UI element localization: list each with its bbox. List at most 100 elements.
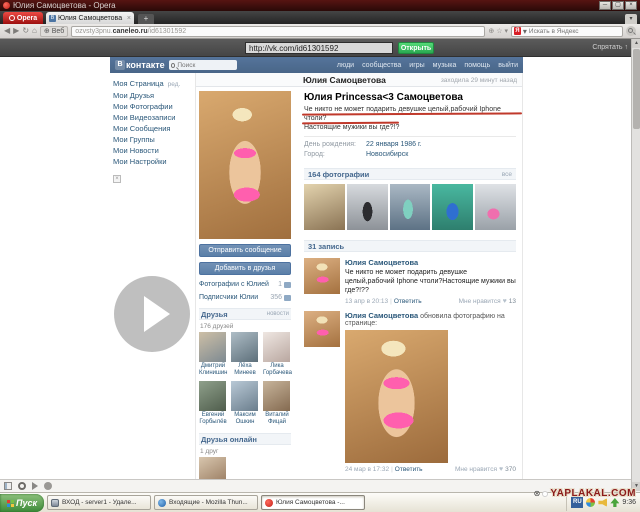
unite-icon[interactable] [44,482,52,490]
profile-photo[interactable] [199,91,291,239]
friend-card[interactable]: ЛикаГорбачева [263,332,291,377]
friend-name[interactable]: ДмитрийКлинишин [199,363,227,377]
start-button[interactable]: Пуск [0,494,44,512]
turbo-icon[interactable] [32,482,38,490]
followers-counter[interactable]: Подписчики Юлии 356 [199,294,291,301]
web-badge[interactable]: ⊕ Веб [40,26,68,37]
tab-close-icon[interactable]: × [127,15,131,22]
forward-button[interactable]: ▶ [13,26,19,36]
friend-card[interactable]: МаксимОшкин [231,381,259,426]
play-button-overlay[interactable] [114,276,190,352]
vertical-scrollbar[interactable]: ▲ ▼ [631,39,640,491]
nav-logout[interactable]: выйти [498,62,518,69]
vk-search-input[interactable] [177,62,234,69]
nav-communities[interactable]: сообщества [362,62,401,69]
edit-link[interactable]: ред. [168,81,181,88]
update-icon[interactable] [610,498,619,507]
photos-all-link[interactable]: все [502,171,512,178]
minimize-button[interactable]: ─ [599,1,611,10]
wall-count-title[interactable]: 31 запись [308,242,344,251]
post-author-link[interactable]: Юлия Самоцветова [345,258,418,267]
friends-online-title[interactable]: Друзья онлайн [201,435,257,444]
nav-people[interactable]: люди [337,62,354,69]
send-message-button[interactable]: Отправить сообщение [199,244,291,257]
friend-name[interactable]: ЕвгенийГорбылёв [199,412,227,426]
new-tab-button[interactable]: + [138,14,154,24]
add-friend-button[interactable]: Добавить в друзья [199,262,291,275]
photo-thumbnail[interactable] [304,184,345,230]
friend-name[interactable]: ВиталийФицай [263,412,291,426]
vk-search-box[interactable] [169,60,237,70]
reload-button[interactable]: ↻ [22,26,29,36]
nav-games[interactable]: игры [409,62,424,69]
photos-with-link[interactable]: Фотографии с Юлией [199,281,278,288]
sidebar-item-messages[interactable]: Мои Сообщения [113,123,195,134]
sidebar-item-photos[interactable]: Мои Фотографии [113,101,195,112]
online-friend-avatar[interactable] [199,457,226,479]
photos-count-title[interactable]: 164 фотографии [308,170,369,179]
photo-thumbnail[interactable] [475,184,516,230]
post-author-link[interactable]: Юлия Самоцветова [345,311,418,320]
city-value[interactable]: Новосибирск [366,150,408,160]
overlay-url-input[interactable] [245,42,393,54]
maximize-button[interactable]: ▢ [612,1,624,10]
post-photo[interactable] [345,330,448,463]
friend-name[interactable]: ЛикаГорбачева [263,363,291,377]
nav-help[interactable]: помощь [464,62,490,69]
open-button[interactable]: Открыть [398,42,434,54]
friend-avatar[interactable] [231,332,258,362]
url-field[interactable]: ozvsty3pnu.caneleo.ru/id61301592 [71,26,485,37]
reply-link[interactable]: Ответить [395,466,423,473]
ad-close-icon[interactable]: × [113,175,121,183]
search-input[interactable] [529,28,620,35]
taskbar-task-thunderbird[interactable]: Входящие - Mozilla Thun... [154,495,258,510]
tab-list-button[interactable]: ▾ [625,14,637,24]
birthday-value[interactable]: 22 января 1986 г. [366,140,422,150]
search-engine-dropdown-icon[interactable]: ▾ [523,27,527,36]
friends-title[interactable]: Друзья [201,310,228,319]
site-globe-icon[interactable]: ⊕ [488,27,494,35]
home-button[interactable]: ⌂ [32,26,37,36]
likes-control[interactable]: Мне нравится ♥ 370 [455,466,516,473]
sidebar-item-friends[interactable]: Мои Друзья [113,90,195,101]
likes-control[interactable]: Мне нравится ♥ 13 [459,298,516,305]
photo-thumbnail[interactable] [432,184,473,230]
url-dropdown-icon[interactable]: ▾ [504,27,508,35]
post-date[interactable]: 13 апр в 20:13 [345,298,388,305]
nav-music[interactable]: музыка [433,62,457,69]
volume-icon[interactable] [598,498,607,507]
friend-avatar[interactable] [263,332,290,362]
sidebar-item-videos[interactable]: Мои Видеозаписи [113,112,195,123]
friend-name[interactable]: МаксимОшкин [231,412,259,426]
sync-icon[interactable] [18,482,26,490]
post-author-avatar[interactable] [304,311,340,347]
sidebar-item-my-page[interactable]: Моя Страницаред. [113,78,195,90]
sidebar-item-settings[interactable]: Мои Настройки [113,156,195,167]
opera-menu-button[interactable]: Opera [3,12,43,24]
friend-avatar[interactable] [263,381,290,411]
vk-logo[interactable]: В контакте [115,60,165,70]
friend-avatar[interactable] [231,381,258,411]
bookmark-star-icon[interactable]: ☆ [496,27,502,35]
friend-avatar[interactable] [199,332,226,362]
friend-card[interactable]: ВиталийФицай [263,381,291,426]
tab-active[interactable]: В Юлия Самоцветова × [46,12,134,24]
photo-thumbnail[interactable] [347,184,388,230]
hide-link[interactable]: Спрятать ↑ [592,44,628,51]
sidebar-item-groups[interactable]: Мои Группы [113,134,195,145]
back-button[interactable]: ◀ [4,26,10,36]
friend-card[interactable]: ДмитрийКлинишин [199,332,227,377]
friend-name[interactable]: ЛёхаМинеев [231,363,259,377]
reply-link[interactable]: Ответить [394,298,422,305]
taskbar-task-remote-desktop[interactable]: ВХОД - server1 - Удале... [47,495,151,510]
photos-with-counter[interactable]: Фотографии с Юлией 1 [199,281,291,288]
friends-news-link[interactable]: новости [267,311,289,317]
post-date[interactable]: 24 мар в 17:32 [345,466,389,473]
close-button[interactable]: × [625,1,637,10]
friend-card[interactable]: ЛёхаМинеев [231,332,259,377]
photo-thumbnail[interactable] [390,184,431,230]
taskbar-task-opera[interactable]: Юлия Самоцветова -... [261,495,365,510]
sidebar-item-news[interactable]: Мои Новости [113,145,195,156]
search-box[interactable]: Я ▾ [511,26,623,37]
scroll-thumb[interactable] [633,49,640,129]
